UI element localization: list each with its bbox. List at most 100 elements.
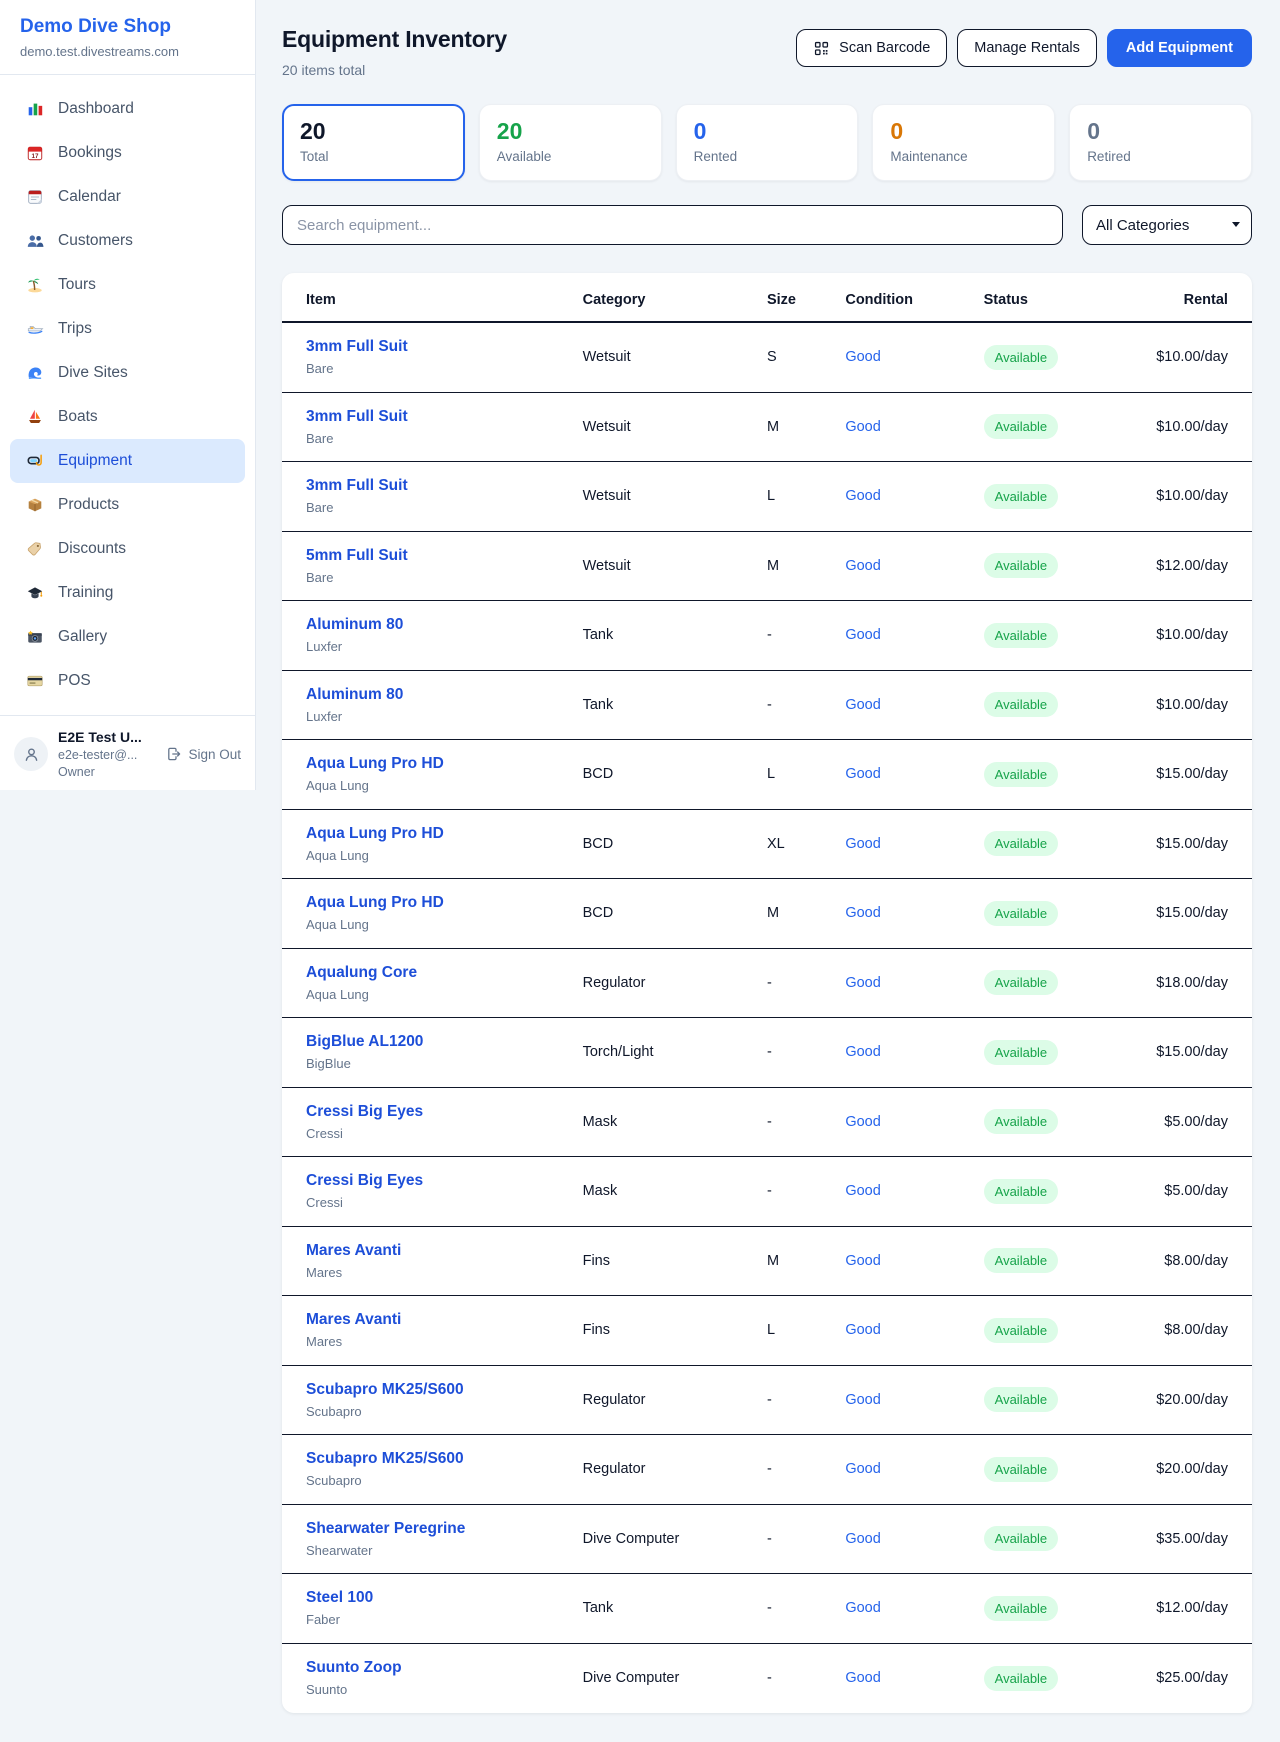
condition-link[interactable]: Good [845,1670,983,1686]
item-brand: Scubapro [306,1473,583,1488]
item-link[interactable]: Steel 100 [306,1589,583,1607]
sidebar-item-dashboard[interactable]: Dashboard [10,87,245,131]
add-equipment-button[interactable]: Add Equipment [1107,29,1252,67]
page-title-block: Equipment Inventory 20 items total [282,26,507,78]
item-link[interactable]: Aluminum 80 [306,616,583,634]
sidebar-item-pos[interactable]: POS [10,659,245,703]
condition-link[interactable]: Good [845,1600,983,1616]
condition-link[interactable]: Good [845,975,983,991]
brand-title[interactable]: Demo Dive Shop [20,16,235,38]
item-link[interactable]: Aluminum 80 [306,686,583,704]
cell-status: Available [984,1457,1090,1482]
condition-link[interactable]: Good [845,1183,983,1199]
item-link[interactable]: Shearwater Peregrine [306,1520,583,1538]
stat-card-retired[interactable]: 0 Retired [1069,104,1252,181]
equipment-table: Item Category Size Condition Status Rent… [282,273,1252,1713]
sidebar-item-dive-sites[interactable]: Dive Sites [10,351,245,395]
item-link[interactable]: 3mm Full Suit [306,477,583,495]
condition-link[interactable]: Good [845,627,983,643]
condition-link[interactable]: Good [845,558,983,574]
column-header-category: Category [583,292,767,308]
condition-link[interactable]: Good [845,1461,983,1477]
stat-value: 0 [890,118,1037,145]
sidebar-item-bookings[interactable]: 17 Bookings [10,131,245,175]
table-body: 3mm Full Suit Bare Wetsuit S Good Availa… [282,323,1252,1713]
item-link[interactable]: 3mm Full Suit [306,338,583,356]
status-badge: Available [984,692,1059,717]
condition-link[interactable]: Good [845,905,983,921]
item-link[interactable]: Scubapro MK25/S600 [306,1381,583,1399]
cell-status: Available [984,831,1090,856]
stat-card-total[interactable]: 20 Total [282,104,465,181]
item-link[interactable]: Mares Avanti [306,1242,583,1260]
sidebar-item-customers[interactable]: Customers [10,219,245,263]
cell-status: Available [984,692,1090,717]
status-badge: Available [984,1109,1059,1134]
item-cell: Steel 100 Faber [306,1589,583,1627]
condition-link[interactable]: Good [845,349,983,365]
cell-status: Available [984,1666,1090,1691]
condition-link[interactable]: Good [845,1392,983,1408]
item-link[interactable]: Aqua Lung Pro HD [306,894,583,912]
item-link[interactable]: Cressi Big Eyes [306,1103,583,1121]
condition-link[interactable]: Good [845,1044,983,1060]
item-link[interactable]: Mares Avanti [306,1311,583,1329]
item-link[interactable]: Aqualung Core [306,964,583,982]
table-row: Scubapro MK25/S600 Scubapro Regulator - … [282,1435,1252,1505]
item-link[interactable]: 5mm Full Suit [306,547,583,565]
cell-size: - [767,1392,845,1408]
condition-link[interactable]: Good [845,836,983,852]
item-link[interactable]: 3mm Full Suit [306,408,583,426]
condition-link[interactable]: Good [845,1253,983,1269]
item-link[interactable]: Cressi Big Eyes [306,1172,583,1190]
table-row: Aqualung Core Aqua Lung Regulator - Good… [282,949,1252,1019]
stat-card-available[interactable]: 20 Available [479,104,662,181]
stat-label: Total [300,149,447,164]
condition-link[interactable]: Good [845,1322,983,1338]
condition-link[interactable]: Good [845,697,983,713]
status-badge: Available [984,1179,1059,1204]
sidebar-item-tours[interactable]: Tours [10,263,245,307]
condition-link[interactable]: Good [845,419,983,435]
condition-link[interactable]: Good [845,766,983,782]
stat-card-maintenance[interactable]: 0 Maintenance [872,104,1055,181]
item-link[interactable]: Aqua Lung Pro HD [306,825,583,843]
item-link[interactable]: Scubapro MK25/S600 [306,1450,583,1468]
item-brand: Aqua Lung [306,778,583,793]
qr-scan-icon [813,40,830,57]
item-link[interactable]: Suunto Zoop [306,1659,583,1677]
user-section: E2E Test U... e2e-tester@... Owner Sign … [0,715,255,792]
item-brand: Bare [306,500,583,515]
wave-icon [26,364,44,382]
item-brand: Suunto [306,1682,583,1697]
manage-rentals-button[interactable]: Manage Rentals [957,29,1097,67]
people-icon [26,232,44,250]
sidebar-nav: Dashboard 17 Bookings Calendar Customers… [0,75,255,709]
condition-link[interactable]: Good [845,488,983,504]
item-brand: Aqua Lung [306,917,583,932]
sign-out-button[interactable]: Sign Out [166,746,241,762]
cell-category: Dive Computer [583,1531,767,1547]
sidebar-item-boats[interactable]: Boats [10,395,245,439]
sidebar-item-equipment[interactable]: Equipment [10,439,245,483]
cell-size: M [767,905,845,921]
sidebar-item-products[interactable]: Products [10,483,245,527]
search-input[interactable] [282,205,1063,245]
cell-category: Wetsuit [583,349,767,365]
scan-barcode-button[interactable]: Scan Barcode [796,29,947,67]
sidebar-item-trips[interactable]: Trips [10,307,245,351]
sidebar-item-gallery[interactable]: Gallery [10,615,245,659]
item-link[interactable]: BigBlue AL1200 [306,1033,583,1051]
sidebar-item-training[interactable]: Training [10,571,245,615]
package-icon [26,496,44,514]
table-row: Aluminum 80 Luxfer Tank - Good Available… [282,601,1252,671]
item-link[interactable]: Aqua Lung Pro HD [306,755,583,773]
item-cell: Aqualung Core Aqua Lung [306,964,583,1002]
sidebar-item-calendar[interactable]: Calendar [10,175,245,219]
sidebar-item-discounts[interactable]: Discounts [10,527,245,571]
condition-link[interactable]: Good [845,1114,983,1130]
category-select[interactable]: All Categories [1082,205,1252,245]
table-row: Aqua Lung Pro HD Aqua Lung BCD M Good Av… [282,879,1252,949]
stat-card-rented[interactable]: 0 Rented [676,104,859,181]
condition-link[interactable]: Good [845,1531,983,1547]
